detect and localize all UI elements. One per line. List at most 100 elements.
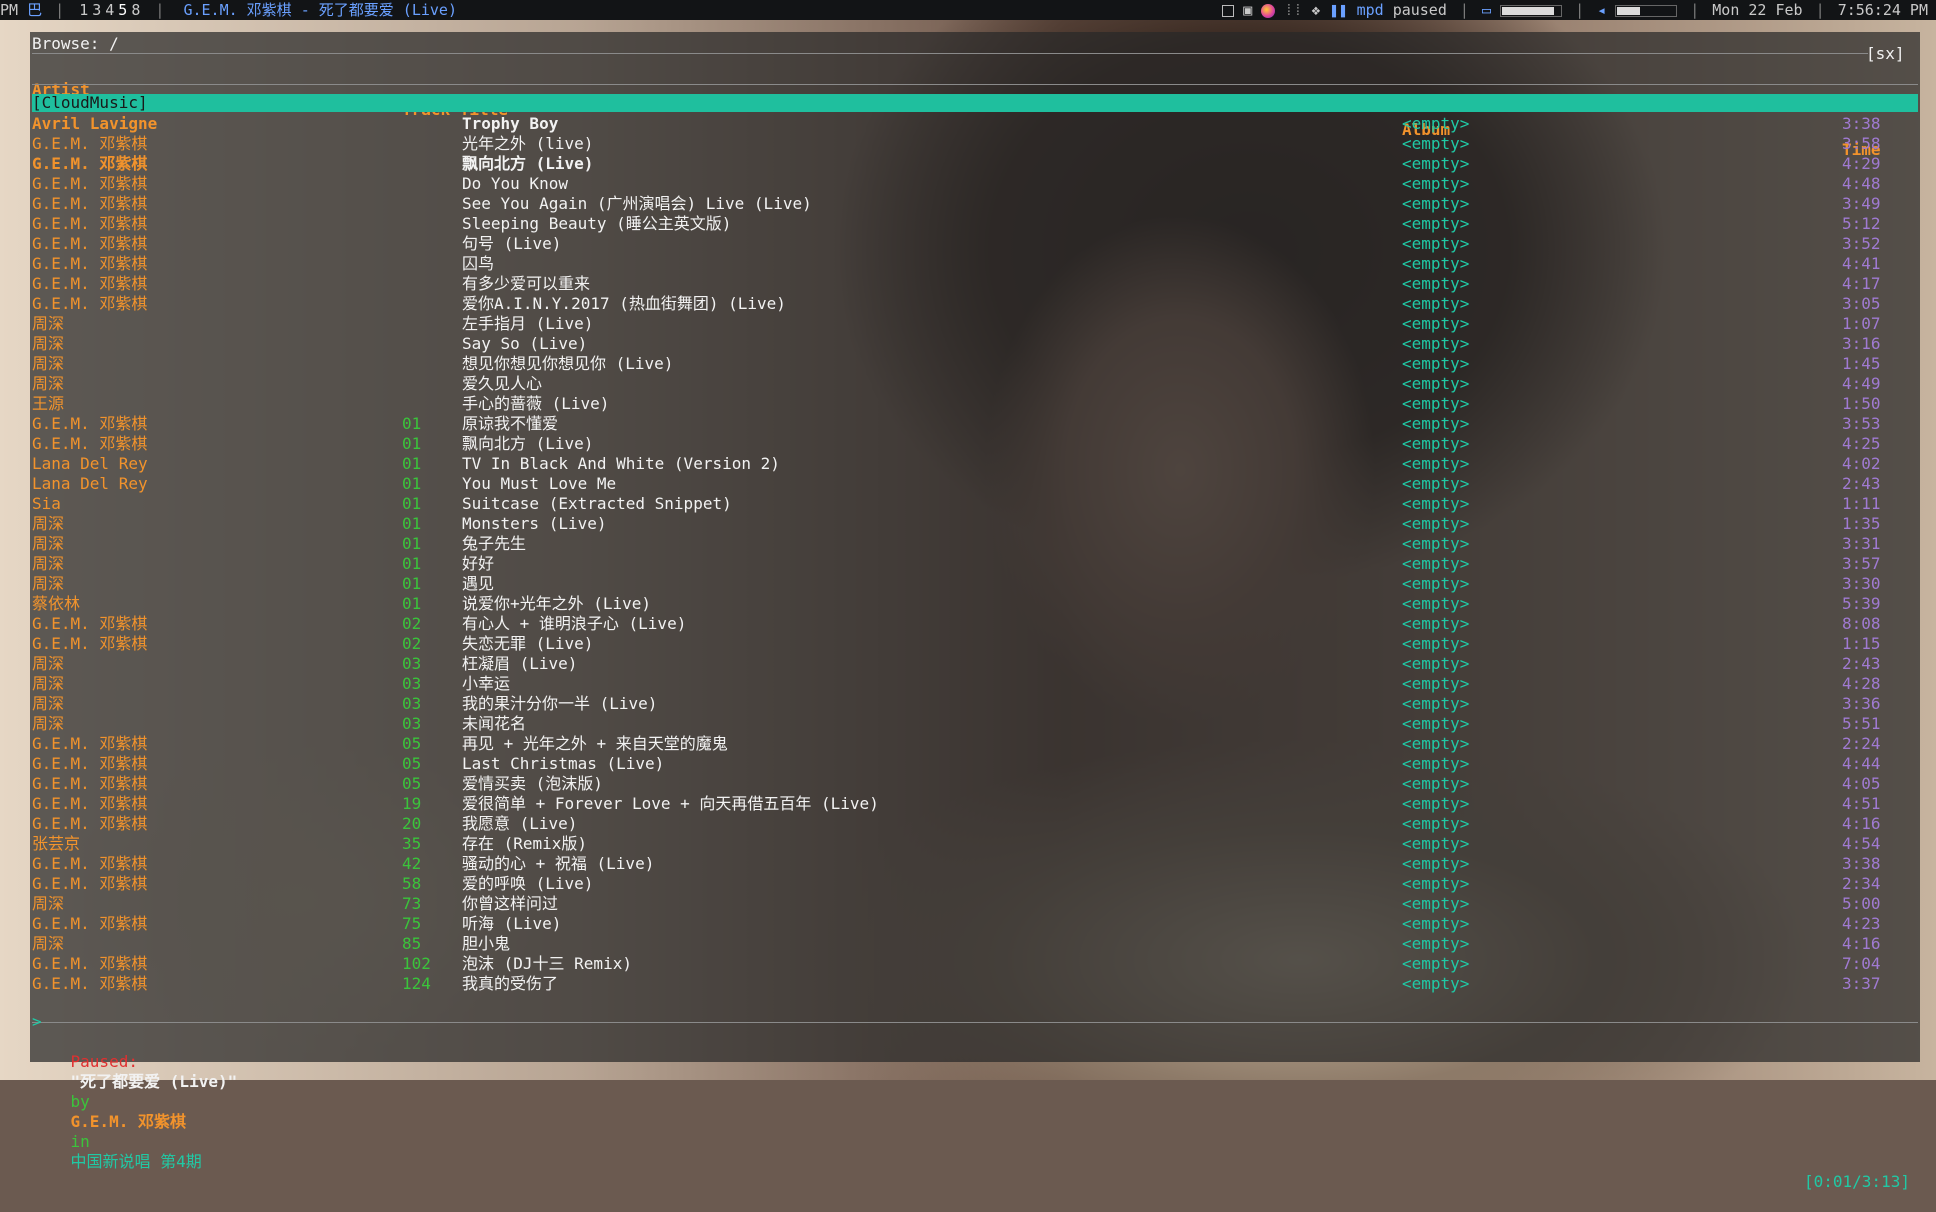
mpd-label: mpd (1356, 1, 1384, 19)
track-row[interactable]: Lana Del Rey 01 TV In Black And White (Ver… (32, 454, 1918, 474)
track-title: Say So (Live) (462, 334, 588, 353)
track-number: 02 (402, 634, 422, 653)
track-row[interactable]: G.E.M. 邓紫棋 飘向北方 (Live) <empty> 4:29 (32, 154, 1918, 174)
ncmpcpp-terminal[interactable]: Browse: / [sx] Artist Track Title Album … (30, 32, 1920, 1191)
track-row[interactable]: 周深 01 遇见 <empty> 3:30 (32, 574, 1918, 594)
track-row[interactable]: G.E.M. 邓紫棋 句号 (Live) <empty> 3:52 (32, 234, 1918, 254)
track-row[interactable]: G.E.M. 邓紫棋 01 原谅我不懂爱 <empty> 3:53 (32, 414, 1918, 434)
track-row[interactable]: 周深 想见你想见你想见你 (Live) <empty> 1:45 (32, 354, 1918, 374)
track-row[interactable]: G.E.M. 邓紫棋 102 泡沫 (DJ十三 Remix) <empty> 7:04 (32, 954, 1918, 974)
window-square-icon[interactable] (1222, 4, 1235, 17)
track-row[interactable]: G.E.M. 邓紫棋 有多少爱可以重来 <empty> 4:17 (32, 274, 1918, 294)
track-row[interactable]: G.E.M. 邓紫棋 02 有心人 + 谁明浪子心 (Live) <empty> 8:0… (32, 614, 1918, 634)
track-time: 4:16 (1842, 814, 1881, 833)
workspace-3[interactable]: 3 (92, 0, 101, 20)
speaker-icon[interactable]: ◂ (1597, 0, 1606, 20)
track-album: <empty> (1402, 934, 1470, 953)
selected-directory[interactable]: [CloudMusic] (32, 94, 1918, 112)
track-row[interactable]: G.E.M. 邓紫棋 19 爱很简单 + Forever Love + 向天再借五百… (32, 794, 1918, 814)
track-artist: 周深 (32, 694, 65, 713)
pause-icon[interactable]: ❚❚ (1329, 0, 1347, 20)
by-label: by (70, 1092, 90, 1111)
track-artist: 周深 (32, 674, 65, 693)
track-artist: G.E.M. 邓紫棋 (32, 194, 148, 213)
workspace-4[interactable]: 4 (105, 0, 114, 20)
layout-icon[interactable]: 巴 (27, 0, 42, 20)
track-time: 3:52 (1842, 234, 1881, 253)
track-row[interactable]: G.E.M. 邓紫棋 05 Last Christmas (Live) <empty>… (32, 754, 1918, 774)
track-row[interactable]: 周深 03 我的果汁分你一半 (Live) <empty> 3:36 (32, 694, 1918, 714)
track-row[interactable]: G.E.M. 邓紫棋 58 爱的呼唤 (Live) <empty> 2:34 (32, 874, 1918, 894)
track-row[interactable]: G.E.M. 邓紫棋 20 我愿意 (Live) <empty> 4:16 (32, 814, 1918, 834)
workspace-8[interactable]: 8 (131, 0, 140, 20)
track-row[interactable]: G.E.M. 邓紫棋 01 飘向北方 (Live) <empty> 4:25 (32, 434, 1918, 454)
track-row[interactable]: G.E.M. 邓紫棋 05 再见 + 光年之外 + 来自天堂的魔鬼 <empty> 2:… (32, 734, 1918, 754)
track-time: 4:54 (1842, 834, 1881, 853)
track-row[interactable]: 周深 01 好好 <empty> 3:57 (32, 554, 1918, 574)
track-row[interactable]: G.E.M. 邓紫棋 05 爱情买卖 (泡沫版) <empty> 4:05 (32, 774, 1918, 794)
track-row[interactable]: 周深 左手指月 (Live) <empty> 1:07 (32, 314, 1918, 334)
track-time: 4:28 (1842, 674, 1881, 693)
track-row[interactable]: 周深 01 兔子先生 <empty> 3:31 (32, 534, 1918, 554)
track-album: <empty> (1402, 394, 1470, 413)
track-row[interactable]: Avril Lavigne Trophy Boy <empty> 3:38 (32, 114, 1918, 134)
track-row[interactable]: 周深 Say So (Live) <empty> 3:16 (32, 334, 1918, 354)
track-row[interactable]: 张芸京 35 存在 (Remix版) <empty> 4:54 (32, 834, 1918, 854)
track-row[interactable]: G.E.M. 邓紫棋 124 我真的受伤了 <empty> 3:37 (32, 974, 1918, 994)
track-number: 01 (402, 574, 422, 593)
track-row[interactable]: G.E.M. 邓紫棋 See You Again (广州演唱会) Live (Li… (32, 194, 1918, 214)
track-row[interactable]: G.E.M. 邓紫棋 Sleeping Beauty (睡公主英文版) <empty… (32, 214, 1918, 234)
track-row[interactable]: G.E.M. 邓紫棋 光年之外 (live) <empty> 3:58 (32, 134, 1918, 154)
track-artist: 周深 (32, 354, 65, 373)
dropbox-icon[interactable]: ❖ (1311, 0, 1320, 20)
track-album: <empty> (1402, 954, 1470, 973)
track-row[interactable]: G.E.M. 邓紫棋 42 骚动的心 + 祝福 (Live) <empty> 3:38 (32, 854, 1918, 874)
track-time: 4:41 (1842, 254, 1881, 273)
dots-icon[interactable]: ⁞⁞ (1284, 0, 1302, 20)
workspace-5[interactable]: 5 (118, 0, 127, 20)
track-artist: G.E.M. 邓紫棋 (32, 174, 148, 193)
track-title: 爱你A.I.N.Y.2017 (热血街舞团) (Live) (462, 294, 786, 313)
track-row[interactable]: 周深 爱久见人心 <empty> 4:49 (32, 374, 1918, 394)
now-playing-artist: G.E.M. 邓紫棋 (70, 1112, 186, 1131)
track-row[interactable]: 周深 03 枉凝眉 (Live) <empty> 2:43 (32, 654, 1918, 674)
track-row[interactable]: G.E.M. 邓紫棋 02 失恋无罪 (Live) <empty> 1:15 (32, 634, 1918, 654)
track-album: <empty> (1402, 734, 1470, 753)
system-tray-icon[interactable]: ▣ (1243, 0, 1252, 20)
track-title: 爱情买卖 (泡沫版) (462, 774, 603, 793)
track-artist: 周深 (32, 374, 65, 393)
track-title: 原谅我不懂爱 (462, 414, 559, 433)
brightness-bar[interactable] (1500, 4, 1563, 17)
track-title: Last Christmas (Live) (462, 754, 665, 773)
track-row[interactable]: 周深 73 你曾这样问过 <empty> 5:00 (32, 894, 1918, 914)
command-prompt[interactable]: > (32, 1012, 1918, 1032)
track-title: You Must Love Me (462, 474, 617, 493)
track-row[interactable]: 王源 手心的蔷薇 (Live) <empty> 1:50 (32, 394, 1918, 414)
track-row[interactable]: 蔡依林 01 说爱你+光年之外 (Live) <empty> 5:39 (32, 594, 1918, 614)
workspace-1[interactable]: 1 (79, 0, 88, 20)
track-time: 3:57 (1842, 554, 1881, 573)
track-row[interactable]: 周深 01 Monsters (Live) <empty> 1:35 (32, 514, 1918, 534)
track-row[interactable]: 周深 85 胆小鬼 <empty> 4:16 (32, 934, 1918, 954)
track-row[interactable]: 周深 03 小幸运 <empty> 4:28 (32, 674, 1918, 694)
track-title: 存在 (Remix版) (462, 834, 588, 853)
track-title: Do You Know (462, 174, 568, 193)
firefox-icon[interactable] (1261, 3, 1276, 18)
track-album: <empty> (1402, 614, 1470, 633)
track-row[interactable]: G.E.M. 邓紫棋 囚鸟 <empty> 4:41 (32, 254, 1918, 274)
track-album: <empty> (1402, 834, 1470, 853)
track-row[interactable]: 周深 03 未闻花名 <empty> 5:51 (32, 714, 1918, 734)
track-number: 01 (402, 534, 422, 553)
volume-bar[interactable] (1615, 4, 1678, 17)
track-row[interactable]: G.E.M. 邓紫棋 爱你A.I.N.Y.2017 (热血街舞团) (Live) <… (32, 294, 1918, 314)
track-row[interactable]: G.E.M. 邓紫棋 75 听海 (Live) <empty> 4:23 (32, 914, 1918, 934)
track-row[interactable]: G.E.M. 邓紫棋 Do You Know <empty> 4:48 (32, 174, 1918, 194)
track-album: <empty> (1402, 174, 1470, 193)
track-title: 兔子先生 (462, 534, 527, 553)
track-row[interactable]: Sia 01 Suitcase (Extracted Snippet) <empty>… (32, 494, 1918, 514)
track-number: 20 (402, 814, 422, 833)
track-artist: G.E.M. 邓紫棋 (32, 414, 148, 433)
track-album: <empty> (1402, 274, 1470, 293)
track-row[interactable]: Lana Del Rey 01 You Must Love Me <empty> 2:4… (32, 474, 1918, 494)
track-time: 1:45 (1842, 354, 1881, 373)
